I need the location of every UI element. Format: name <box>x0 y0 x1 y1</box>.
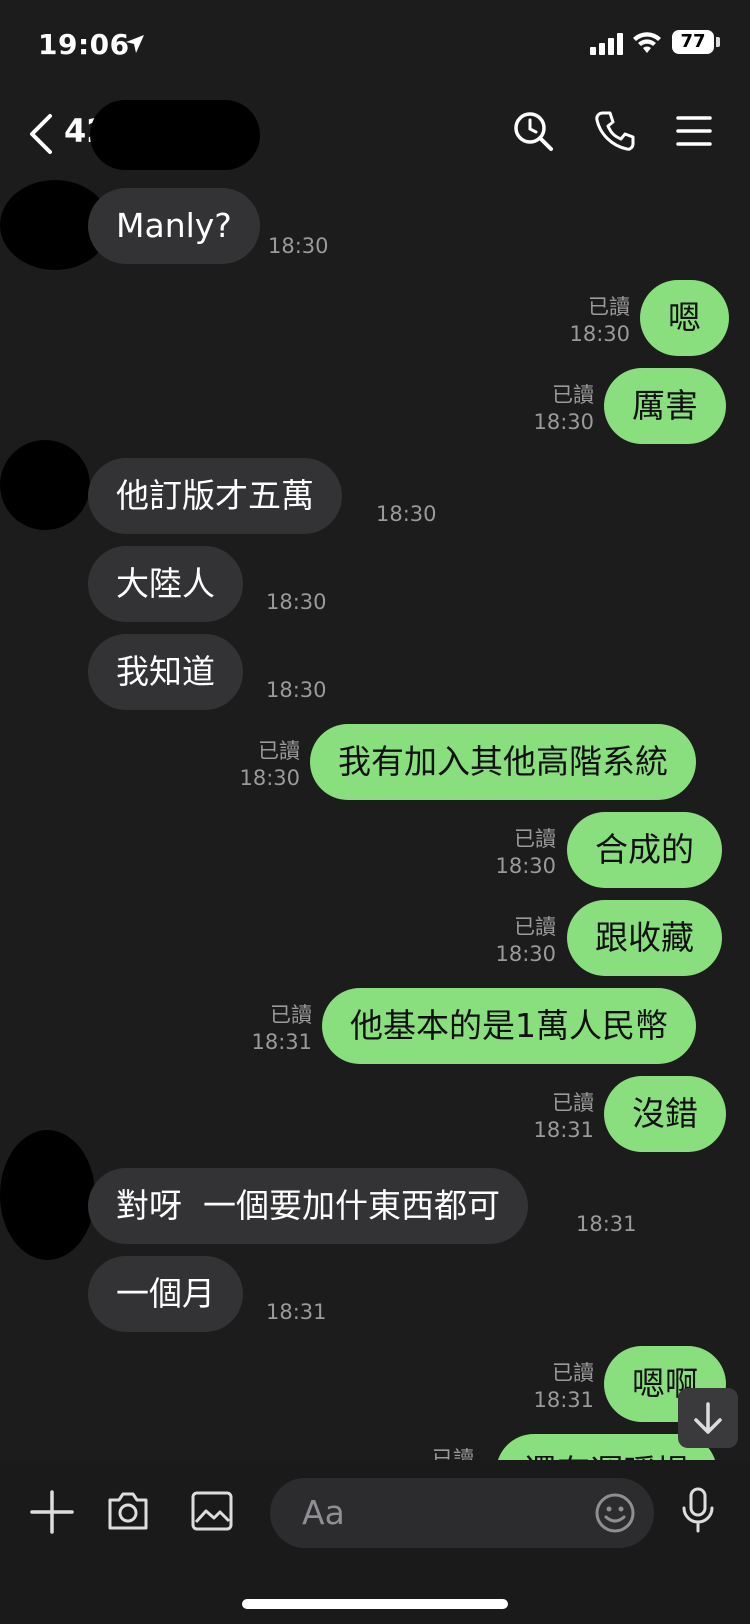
message-time: 18:31 <box>266 1300 327 1324</box>
message-time: 18:31 <box>533 1118 594 1142</box>
back-chevron-icon[interactable] <box>28 112 54 156</box>
message-time: 18:30 <box>376 502 437 526</box>
message-time: 18:31 <box>251 1030 312 1054</box>
phone-icon[interactable] <box>594 110 636 152</box>
message-meta: 已讀 18:30 <box>530 294 630 348</box>
read-receipt: 已讀 <box>258 739 300 763</box>
message-time: 18:30 <box>266 678 327 702</box>
emoji-icon[interactable] <box>594 1492 636 1534</box>
message-time: 18:30 <box>533 410 594 434</box>
message-bubble[interactable]: 嗯 <box>640 280 729 356</box>
menu-icon[interactable] <box>676 110 712 152</box>
message-time: 18:30 <box>268 234 329 258</box>
chat-header: 42 <box>0 90 750 180</box>
message-bubble[interactable]: 我知道 <box>88 634 243 710</box>
plus-icon[interactable] <box>30 1490 74 1534</box>
message-time: 18:31 <box>576 1212 637 1236</box>
message-bubble[interactable]: 他訂版才五萬 <box>88 458 342 534</box>
message-bubble[interactable]: Manly? <box>88 188 260 264</box>
scroll-to-bottom-button[interactable] <box>678 1388 738 1448</box>
message-input-placeholder: Aa <box>302 1493 345 1532</box>
wifi-icon <box>633 32 661 53</box>
status-bar: 19:06 77 <box>0 0 750 90</box>
message-list[interactable]: Manly? 18:30 已讀 18:30 嗯 已讀 18:30 厲害 他訂版才五萬… <box>0 180 750 1460</box>
read-receipt: 已讀 <box>588 295 630 319</box>
message-meta: 已讀 18:31 <box>494 1360 594 1414</box>
message-bubble[interactable]: 沒錯 <box>604 1076 726 1152</box>
read-receipt: 已讀 <box>552 1361 594 1385</box>
message-meta: 已讀 <box>374 1446 474 1460</box>
message-time: 18:30 <box>495 854 556 878</box>
home-indicator <box>242 1599 508 1609</box>
message-meta: 已讀 18:31 <box>212 1002 312 1056</box>
avatar[interactable] <box>0 440 90 530</box>
message-input-bar: Aa <box>0 1460 750 1624</box>
message-meta: 已讀 18:30 <box>456 826 556 880</box>
message-time: 18:31 <box>533 1388 594 1412</box>
battery-level: 77 <box>672 30 714 54</box>
message-bubble[interactable]: 合成的 <box>567 812 722 888</box>
message-meta: 已讀 18:30 <box>456 914 556 968</box>
message-meta: 已讀 18:30 <box>200 738 300 792</box>
message-bubble[interactable]: 厲害 <box>604 368 726 444</box>
message-meta: 已讀 18:31 <box>494 1090 594 1144</box>
avatar[interactable] <box>0 1130 95 1260</box>
battery-icon <box>716 37 720 47</box>
location-arrow-icon <box>126 35 144 53</box>
message-bubble[interactable]: 一個月 <box>88 1256 243 1332</box>
message-input[interactable]: Aa <box>270 1478 654 1548</box>
read-receipt: 已讀 <box>552 1091 594 1115</box>
microphone-icon[interactable] <box>680 1486 716 1534</box>
read-receipt: 已讀 <box>514 827 556 851</box>
message-bubble[interactable]: 大陸人 <box>88 546 243 622</box>
image-icon[interactable] <box>190 1490 234 1532</box>
message-bubble[interactable]: 對呀 一個要加什東西都可 <box>88 1168 528 1244</box>
message-time: 18:30 <box>569 322 630 346</box>
message-meta: 已讀 18:30 <box>494 382 594 436</box>
message-time: 18:30 <box>266 590 327 614</box>
message-time: 18:30 <box>495 942 556 966</box>
message-bubble[interactable]: 跟收藏 <box>567 900 722 976</box>
message-bubble[interactable]: 我有加入其他高階系統 <box>310 724 696 800</box>
read-receipt: 已讀 <box>552 383 594 407</box>
scroll-down-icon <box>694 1402 722 1434</box>
camera-icon[interactable] <box>106 1490 150 1532</box>
status-time: 19:06 <box>38 28 130 61</box>
read-receipt: 已讀 <box>432 1447 474 1460</box>
cellular-signal-icon <box>590 33 623 55</box>
search-icon[interactable] <box>512 110 554 152</box>
read-receipt: 已讀 <box>514 915 556 939</box>
read-receipt: 已讀 <box>270 1003 312 1027</box>
redacted-name <box>90 100 260 170</box>
message-time: 18:30 <box>239 766 300 790</box>
message-bubble[interactable]: 他基本的是1萬人民幣 <box>322 988 696 1064</box>
